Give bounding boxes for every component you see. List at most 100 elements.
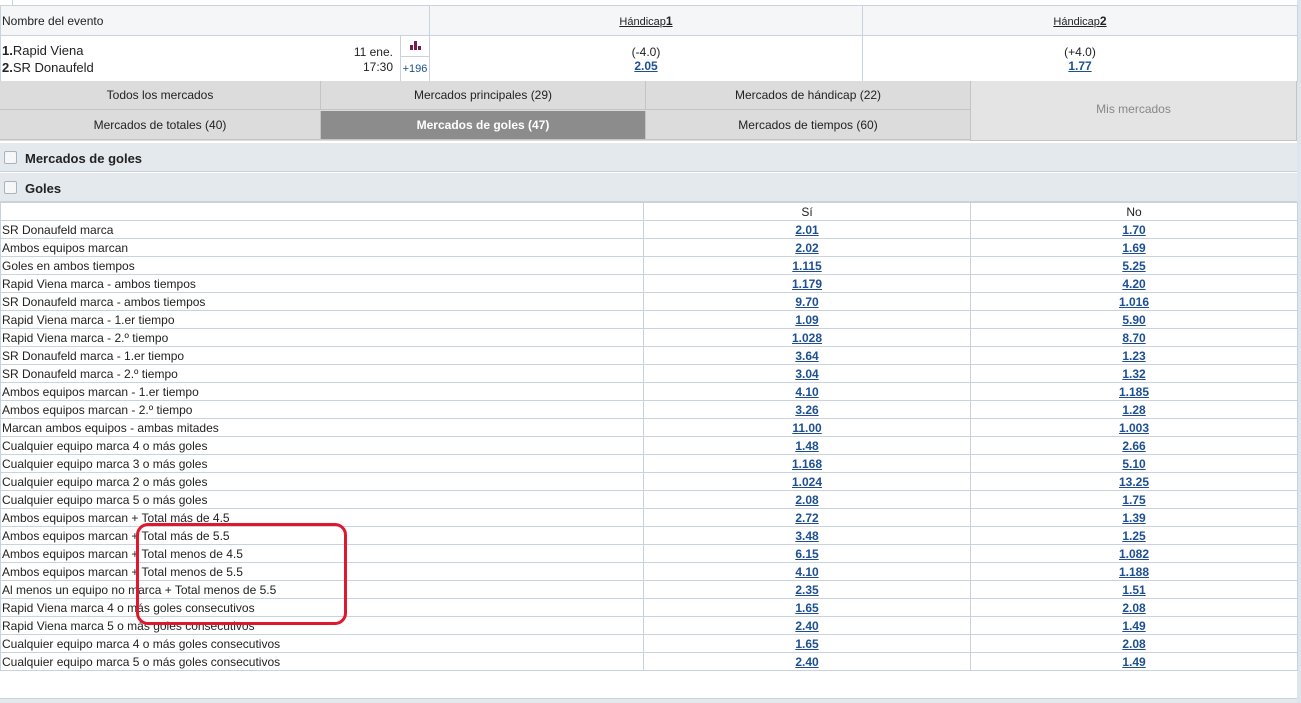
tab-goals-markets[interactable]: Mercados de goles (47) bbox=[321, 111, 646, 140]
yes-odd-cell: 2.08 bbox=[643, 490, 971, 509]
handicap2-odd[interactable]: 1.77 bbox=[1068, 59, 1091, 73]
no-odd[interactable]: 1.70 bbox=[1122, 223, 1145, 237]
no-odd[interactable]: 1.49 bbox=[1122, 619, 1145, 633]
no-odd[interactable]: 1.39 bbox=[1122, 511, 1145, 525]
no-odd[interactable]: 1.25 bbox=[1122, 529, 1145, 543]
no-odd[interactable]: 13.25 bbox=[1119, 475, 1149, 489]
stats-chart-icon[interactable] bbox=[401, 36, 429, 57]
yes-odd[interactable]: 4.10 bbox=[795, 565, 818, 579]
no-odd[interactable]: 1.32 bbox=[1122, 367, 1145, 381]
market-name: Rapid Viena marca - 1.er tiempo bbox=[0, 310, 644, 329]
yes-odd[interactable]: 2.02 bbox=[795, 241, 818, 255]
yes-odd[interactable]: 1.168 bbox=[792, 457, 822, 471]
yes-odd[interactable]: 1.65 bbox=[795, 601, 818, 615]
yes-odd[interactable]: 4.10 bbox=[795, 385, 818, 399]
yes-odd[interactable]: 3.48 bbox=[795, 529, 818, 543]
section-checkbox[interactable] bbox=[4, 181, 17, 194]
no-odd[interactable]: 1.003 bbox=[1119, 421, 1149, 435]
yes-odd[interactable]: 1.115 bbox=[792, 259, 821, 273]
table-row: Ambos equipos marcan + Total más de 4.5 2… bbox=[0, 508, 1298, 527]
more-markets-link[interactable]: +196 bbox=[401, 57, 429, 75]
table-row: Ambos equipos marcan 2.02 1.69 bbox=[0, 238, 1298, 257]
yes-odd[interactable]: 2.72 bbox=[795, 511, 818, 525]
tab-all-markets[interactable]: Todos los mercados bbox=[0, 81, 321, 110]
no-odd[interactable]: 8.70 bbox=[1122, 331, 1145, 345]
yes-odd[interactable]: 1.028 bbox=[792, 331, 822, 345]
no-odd[interactable]: 1.51 bbox=[1122, 583, 1145, 597]
yes-odd[interactable]: 1.48 bbox=[795, 439, 818, 453]
yes-odd[interactable]: 2.35 bbox=[795, 583, 818, 597]
no-odd-cell: 1.49 bbox=[970, 616, 1298, 635]
no-odd[interactable]: 1.016 bbox=[1119, 295, 1149, 309]
yes-odd[interactable]: 2.40 bbox=[795, 619, 818, 633]
yes-odd[interactable]: 2.08 bbox=[795, 493, 818, 507]
tab-totals-markets[interactable]: Mercados de totales (40) bbox=[0, 111, 321, 140]
no-odd[interactable]: 2.08 bbox=[1122, 601, 1145, 615]
market-name: Al menos un equipo no marca + Total meno… bbox=[0, 580, 644, 599]
yes-odd[interactable]: 2.01 bbox=[795, 223, 818, 237]
team1[interactable]: 1.Rapid Viena bbox=[2, 43, 83, 58]
no-odd[interactable]: 1.49 bbox=[1122, 655, 1145, 669]
market-name: Ambos equipos marcan bbox=[0, 238, 644, 257]
market-name: SR Donaufeld marca - ambos tiempos bbox=[0, 292, 644, 311]
no-odd[interactable]: 4.20 bbox=[1122, 277, 1145, 291]
yes-odd[interactable]: 1.024 bbox=[792, 475, 822, 489]
no-odd[interactable]: 1.23 bbox=[1122, 349, 1145, 363]
yes-odd[interactable]: 9.70 bbox=[795, 295, 818, 309]
no-odd-cell: 1.188 bbox=[970, 562, 1298, 581]
yes-odd[interactable]: 1.65 bbox=[795, 637, 818, 651]
market-name: Ambos equipos marcan + Total menos de 4.… bbox=[0, 544, 644, 563]
yes-odd-cell: 1.028 bbox=[643, 328, 971, 347]
table-row: Ambos equipos marcan + Total menos de 5.… bbox=[0, 562, 1298, 581]
section-title: Mercados de goles bbox=[25, 151, 143, 166]
no-odd[interactable]: 5.10 bbox=[1122, 457, 1145, 471]
section-goals[interactable]: Goles bbox=[0, 173, 1297, 202]
no-odd-cell: 1.003 bbox=[970, 418, 1298, 437]
no-odd[interactable]: 5.25 bbox=[1122, 259, 1145, 273]
yes-odd[interactable]: 1.179 bbox=[792, 277, 822, 291]
yes-odd-cell: 1.179 bbox=[643, 274, 971, 293]
yes-odd[interactable]: 3.64 bbox=[795, 349, 818, 363]
section-goals-markets[interactable]: Mercados de goles bbox=[0, 143, 1297, 172]
no-odd[interactable]: 1.082 bbox=[1119, 547, 1149, 561]
tab-halves-markets[interactable]: Mercados de tiempos (60) bbox=[646, 111, 971, 140]
team2[interactable]: 2.SR Donaufeld bbox=[2, 60, 94, 75]
yes-odd[interactable]: 1.09 bbox=[795, 313, 818, 327]
market-name: Cualquier equipo marca 4 o más goles bbox=[0, 436, 644, 455]
no-column-header: No bbox=[970, 202, 1298, 221]
bottom-divider bbox=[0, 698, 1297, 703]
handicap2-header[interactable]: Hándicap2 bbox=[862, 5, 1298, 36]
handicap2-value: (+4.0) bbox=[1064, 44, 1096, 59]
no-odd-cell: 1.016 bbox=[970, 292, 1298, 311]
yes-odd[interactable]: 3.26 bbox=[795, 403, 818, 417]
table-row: Rapid Viena marca 4 o más goles consecut… bbox=[0, 598, 1298, 617]
no-odd[interactable]: 1.28 bbox=[1122, 403, 1145, 417]
tab-handicap-markets[interactable]: Mercados de hándicap (22) bbox=[646, 81, 971, 110]
yes-odd[interactable]: 11.00 bbox=[792, 421, 821, 435]
section-checkbox[interactable] bbox=[4, 151, 17, 164]
no-odd[interactable]: 1.69 bbox=[1122, 241, 1145, 255]
no-odd-cell: 1.28 bbox=[970, 400, 1298, 419]
handicap1-odd[interactable]: 2.05 bbox=[634, 59, 657, 73]
no-odd-cell: 1.39 bbox=[970, 508, 1298, 527]
yes-odd[interactable]: 6.15 bbox=[795, 547, 818, 561]
no-odd-cell: 1.25 bbox=[970, 526, 1298, 545]
tab-my-markets[interactable]: Mis mercados bbox=[970, 81, 1297, 141]
market-name: Ambos equipos marcan + Total más de 4.5 bbox=[0, 508, 644, 527]
market-name: SR Donaufeld marca - 1.er tiempo bbox=[0, 346, 644, 365]
no-odd[interactable]: 1.75 bbox=[1122, 493, 1145, 507]
no-odd[interactable]: 2.08 bbox=[1122, 637, 1145, 651]
handicap1-header[interactable]: Hándicap1 bbox=[429, 5, 863, 36]
market-name: Rapid Viena marca 4 o más goles consecut… bbox=[0, 598, 644, 617]
tab-main-markets[interactable]: Mercados principales (29) bbox=[321, 81, 646, 110]
event-name-header: Nombre del evento bbox=[0, 5, 430, 36]
no-odd[interactable]: 5.90 bbox=[1122, 313, 1145, 327]
yes-odd[interactable]: 3.04 bbox=[795, 367, 818, 381]
no-odd[interactable]: 2.66 bbox=[1122, 439, 1145, 453]
no-odd-cell: 5.25 bbox=[970, 256, 1298, 275]
event-time: 17:30 bbox=[362, 60, 393, 74]
no-odd[interactable]: 1.188 bbox=[1119, 565, 1149, 579]
table-row: Ambos equipos marcan + Total menos de 4.… bbox=[0, 544, 1298, 563]
yes-odd[interactable]: 2.40 bbox=[795, 655, 818, 669]
no-odd[interactable]: 1.185 bbox=[1119, 385, 1149, 399]
